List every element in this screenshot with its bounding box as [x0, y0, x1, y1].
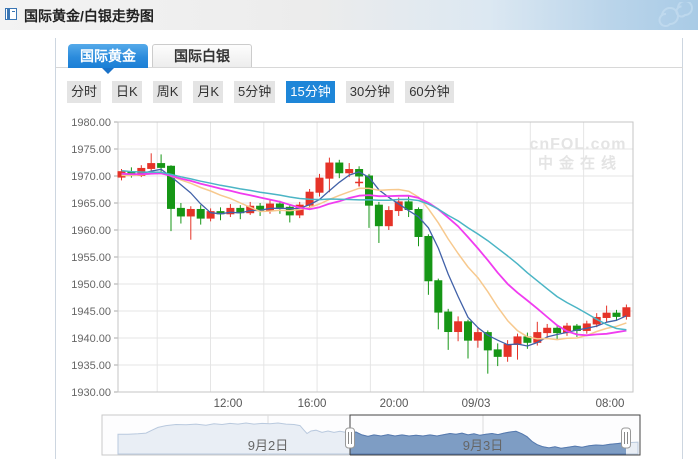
x-axis-tick-label: 09/03 — [462, 398, 491, 410]
candle — [602, 312, 611, 318]
period-button-60min[interactable]: 60分钟 — [405, 81, 454, 103]
navigator-date-label: 9月2日 — [248, 438, 288, 453]
candle — [493, 349, 502, 357]
candle — [622, 307, 631, 317]
tab-separator — [56, 67, 683, 68]
x-axis-tick-label: 08:00 — [596, 398, 625, 410]
candle — [503, 343, 512, 357]
candle — [374, 204, 383, 227]
y-axis-tick-label: 1970.00 — [71, 171, 111, 183]
candle — [414, 208, 423, 237]
y-axis-tick-label: 1940.00 — [71, 333, 111, 345]
candle — [147, 163, 156, 169]
period-button-row: 分时 日K 周K 月K 5分钟 15分钟 30分钟 60分钟 — [67, 81, 465, 103]
candle — [553, 327, 562, 334]
period-button-15min[interactable]: 15分钟 — [286, 81, 335, 103]
candle — [424, 235, 433, 282]
candle — [196, 208, 205, 219]
svg-text:cnFOL.com: cnFOL.com — [529, 136, 626, 153]
y-axis-tick-label: 1930.00 — [71, 387, 111, 399]
y-axis-tick-label: 1945.00 — [71, 306, 111, 318]
candle — [167, 165, 175, 209]
candle — [325, 162, 334, 179]
period-button-daily[interactable]: 日K — [112, 81, 142, 103]
period-button-weekly[interactable]: 周K — [152, 81, 183, 103]
y-axis-tick-label: 1960.00 — [71, 225, 111, 237]
candle — [384, 210, 393, 227]
navigator-left-handle[interactable] — [345, 427, 355, 449]
candle — [345, 169, 354, 174]
y-axis-tick-label: 1955.00 — [71, 252, 111, 264]
y-axis-tick-label: 1965.00 — [71, 198, 111, 210]
candlestick-series — [117, 153, 631, 374]
period-button-monthly[interactable]: 月K — [193, 81, 224, 103]
x-axis-tick-label: 16:00 — [298, 398, 327, 410]
candle — [454, 321, 463, 333]
candle — [612, 312, 621, 317]
candle — [543, 327, 552, 334]
candle — [266, 203, 274, 212]
y-axis-tick-label: 1975.00 — [71, 144, 111, 156]
candle — [473, 332, 482, 341]
candle — [176, 207, 185, 217]
candle — [186, 208, 195, 217]
navigator[interactable]: 9月2日 9月3日 — [101, 414, 641, 456]
tab-international-silver[interactable]: 国际白银 — [152, 44, 252, 67]
period-button-timeline[interactable]: 分时 — [67, 81, 102, 103]
y-axis-tick-label: 1980.00 — [71, 117, 111, 129]
ma-line-10 — [121, 172, 627, 341]
candle — [444, 311, 453, 333]
price-marker — [355, 178, 364, 187]
candle — [513, 336, 522, 345]
candle — [335, 162, 344, 174]
x-axis-tick-label: 20:00 — [380, 398, 409, 410]
candle — [434, 280, 443, 313]
candle — [157, 163, 166, 168]
y-axis-tick-label: 1935.00 — [71, 360, 111, 372]
navigator-date-label: 9月3日 — [463, 438, 503, 453]
ma-line-20 — [121, 169, 627, 331]
period-button-30min[interactable]: 30分钟 — [345, 81, 395, 103]
navigator-right-handle[interactable] — [621, 427, 631, 449]
period-button-5min[interactable]: 5分钟 — [234, 81, 276, 103]
candle — [464, 321, 472, 341]
candle — [315, 177, 324, 193]
tab-international-gold[interactable]: 国际黄金 — [68, 44, 148, 74]
y-axis-tick-label: 1950.00 — [71, 279, 111, 291]
gold-silver-trend-window: 国际黄金/白银走势图 1980.00 1975.00 1970.00 1965.00 1… — [0, 0, 698, 459]
x-axis-tick-label: 12:00 — [214, 398, 243, 410]
cnfol-watermark: cnFOL.com中金在线 — [529, 136, 626, 172]
svg-text:中金在线: 中金在线 — [538, 154, 622, 172]
candle — [275, 203, 284, 208]
